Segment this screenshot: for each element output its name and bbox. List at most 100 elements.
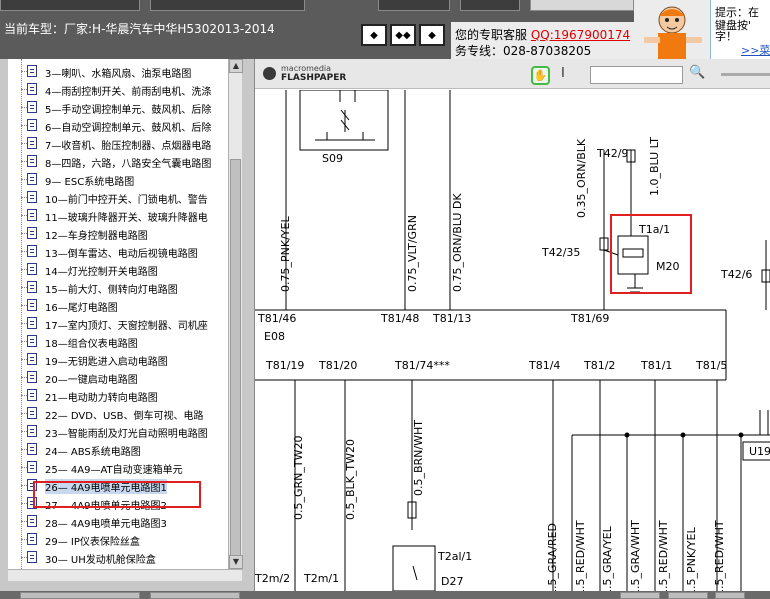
qq-link[interactable]: QQ:1967900174	[531, 28, 630, 42]
label-t81-1: T81/1	[641, 359, 673, 372]
tree-item[interactable]: 15—前大灯、侧转向灯电路图	[8, 279, 228, 297]
tree-item[interactable]: 3—喇叭、水箱风扇、油泵电路图	[8, 63, 228, 81]
service-phone: 务专线：028-87038205	[455, 44, 592, 58]
tree-item-label: 8—四路，六路，八路安全气囊电路图	[45, 159, 212, 170]
top-tab-2[interactable]	[150, 0, 305, 11]
diagram-tree-panel: 3—喇叭、水箱风扇、油泵电路图 4—雨刮控制开关、前雨刮电机、洗涤 5—手动空调控制…	[0, 59, 248, 591]
scroll-up-icon[interactable]: ▲	[229, 59, 243, 73]
hand-tool-icon[interactable]: ✋	[531, 66, 550, 85]
tree-item[interactable]: 18—组合仪表电路图	[8, 333, 228, 351]
tree-item[interactable]: 14—灯光控制开关电路图	[8, 261, 228, 279]
tree-item-label: 11—玻璃升降器开关、玻璃升降器电	[45, 213, 208, 224]
tree-item-label: 14—灯光控制开关电路图	[45, 267, 158, 278]
tree-item[interactable]: 13—倒车雷达、电动后视镜电路图	[8, 243, 228, 261]
status-bar	[0, 591, 770, 599]
tree-item[interactable]: 19—无钥匙进入启动电路图	[8, 351, 228, 369]
tree-vertical-scrollbar[interactable]: ▲ ▼	[228, 59, 243, 569]
zoom-slider[interactable]	[721, 73, 770, 76]
split-view-button[interactable]: ◆◆	[390, 24, 416, 46]
document-icon	[27, 119, 37, 131]
label-grn-tw20: 0.5_GRN_TW20	[292, 435, 305, 520]
label-d27: D27	[441, 575, 464, 588]
label-m20: M20	[656, 260, 680, 273]
label-t81-4: T81/4	[529, 359, 561, 372]
tree-item[interactable]: 29— IP仪表保险丝盒	[8, 531, 228, 549]
tree-item[interactable]: 17—室内顶灯、天窗控制器、司机座	[8, 315, 228, 333]
tree-horizontal-scrollbar[interactable]	[8, 569, 242, 581]
label-gra-yel: 1.5_GRA/YEL	[601, 526, 614, 596]
tree-item-label: 30— UH发动机舱保险盒	[45, 555, 156, 566]
last-page-icon: ◆	[428, 29, 436, 41]
label-t81-48: T81/48	[381, 312, 420, 325]
tree-item-label: 5—手动空调控制单元、鼓风机、后除	[45, 105, 212, 116]
status-segment-4[interactable]	[668, 592, 708, 599]
tree-item-label: 25— 4A9—AT自动变速箱单元	[45, 465, 183, 476]
document-icon	[27, 371, 37, 383]
tree-item[interactable]: 10—前门中控开关、门锁电机、警告	[8, 189, 228, 207]
tree-item[interactable]: 9— ESC系统电路图	[8, 171, 228, 189]
status-segment-3[interactable]	[620, 592, 660, 599]
search-input[interactable]	[590, 66, 683, 84]
label-t81-5: T81/5	[696, 359, 728, 372]
label-t42-6: T42/6	[721, 268, 753, 281]
status-segment-1	[20, 592, 140, 599]
tree-item-label: 29— IP仪表保险丝盒	[45, 537, 140, 548]
tree-item[interactable]: 11—玻璃升降器开关、玻璃升降器电	[8, 207, 228, 225]
top-tab-1[interactable]	[0, 0, 140, 11]
tree-item[interactable]: 4—雨刮控制开关、前雨刮电机、洗涤	[8, 81, 228, 99]
tree-item[interactable]: 22— DVD、USB、倒车可视、电路	[8, 405, 228, 423]
macromedia-logo-icon	[263, 67, 276, 80]
selected-item-highlight	[33, 481, 201, 508]
tip-menu-link[interactable]: >>菜	[741, 42, 770, 58]
top-tab-5[interactable]	[530, 0, 634, 11]
tree-item[interactable]: 16—尾灯电路图	[8, 297, 228, 315]
tree-item-label: 7—收音机、胎压控制器、点烟器电路	[45, 141, 212, 152]
document-icon	[27, 65, 37, 77]
tree-item[interactable]: 21—电动助力转向电路图	[8, 387, 228, 405]
tree-item[interactable]: 8—四路，六路，八路安全气囊电路图	[8, 153, 228, 171]
tree-item[interactable]: 28— 4A9电喷单元电路图3	[8, 513, 228, 531]
tree-item[interactable]: 25— 4A9—AT自动变速箱单元	[8, 459, 228, 477]
tree-item[interactable]: 23—智能雨刮及灯光自动照明电路图	[8, 423, 228, 441]
document-icon	[27, 245, 37, 257]
tree-item-label: 13—倒车雷达、电动后视镜电路图	[45, 249, 198, 260]
label-pnk-yel: 0.75_PNK/YEL	[279, 216, 292, 292]
tree-item-label: 24— ABS系统电路图	[45, 447, 141, 458]
label-t2m-2: T2m/2	[255, 572, 291, 585]
tree-item-label: 18—组合仪表电路图	[45, 339, 138, 350]
brand-line-2: FLASHPAPER	[281, 73, 347, 83]
top-tab-4[interactable]	[460, 0, 520, 11]
label-blk-tw20: 0.5_BLK_TW20	[344, 439, 357, 520]
tree-item[interactable]: 7—收音机、胎压控制器、点烟器电路	[8, 135, 228, 153]
last-page-button[interactable]: ◆	[419, 24, 445, 46]
document-icon	[27, 317, 37, 329]
status-segment-5[interactable]	[715, 592, 745, 599]
split-view-icon: ◆◆	[395, 29, 411, 41]
top-tab-3[interactable]	[378, 0, 450, 11]
top-bar: 当前车型：厂家:H-华晨汽车中华H5302013-2014 ◆ ◆◆ ◆ 您的专…	[0, 0, 770, 59]
tree-item-label: 17—室内顶灯、天窗控制器、司机座	[45, 321, 208, 332]
tree-item[interactable]: 5—手动空调控制单元、鼓风机、后除	[8, 99, 228, 117]
document-icon	[27, 551, 37, 563]
label-t81-20: T81/20	[319, 359, 358, 372]
scroll-thumb[interactable]	[230, 159, 241, 559]
tree-item[interactable]: 20—一键启动电路图	[8, 369, 228, 387]
scroll-down-icon[interactable]: ▼	[229, 555, 243, 569]
tree-item[interactable]: 12—车身控制器电路图	[8, 225, 228, 243]
magnifier-icon[interactable]: 🔍	[689, 65, 705, 80]
label-gra-red: 1.5_GRA/RED	[546, 522, 559, 596]
label-t2m-1: T2m/1	[304, 572, 340, 585]
tree-item[interactable]: 30— UH发动机舱保险盒	[8, 549, 228, 567]
label-blu-lt: 1.0_BLU LT	[648, 136, 661, 196]
label-t81-74: T81/74***	[395, 359, 450, 372]
tip-box: 提示：在 键盘按' 字！ >>菜	[710, 0, 770, 59]
app-window: 当前车型：厂家:H-华晨汽车中华H5302013-2014 ◆ ◆◆ ◆ 您的专…	[0, 0, 770, 599]
label-red-wht-2: 1.5_RED/WHT	[657, 520, 670, 596]
label-t42-9: T42/9	[597, 147, 629, 160]
first-page-button[interactable]: ◆	[361, 24, 387, 46]
tree-item[interactable]: 6—自动空调控制单元、鼓风机、后除	[8, 117, 228, 135]
tree-item[interactable]: 24— ABS系统电路图	[8, 441, 228, 459]
text-select-icon[interactable]: I	[561, 66, 565, 81]
wiring-diagram: S09 T42/9 1.0_BLU LT 0.35_ORN/BLK T1a/1 …	[255, 90, 770, 596]
document-icon	[27, 407, 37, 419]
